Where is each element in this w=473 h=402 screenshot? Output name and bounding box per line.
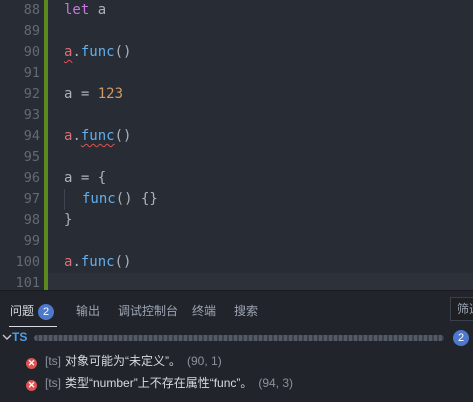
code-text: let a [64, 0, 106, 21]
code-token: a [97, 2, 107, 18]
code-token: () [114, 44, 132, 60]
line-number: 100 [15, 254, 40, 270]
code-token: () [114, 128, 132, 144]
line-number: 89 [23, 23, 40, 39]
code-token: func [80, 254, 115, 270]
line-number: 97 [23, 191, 40, 207]
code-text: } [64, 210, 72, 231]
problem-count-badge: 2 [38, 303, 55, 320]
tab-problems[interactable]: 问题 2 [10, 302, 55, 320]
line-number: 88 [23, 2, 40, 18]
problem-source: [ts] [45, 376, 62, 390]
tab-debug-console[interactable]: 调试控制台 [118, 302, 178, 319]
code-token: 123 [97, 86, 124, 102]
code-line[interactable]: 91 [0, 63, 473, 84]
tab-terminal[interactable]: 终端 [192, 302, 216, 319]
code-token: . [72, 254, 81, 270]
line-number: 93 [23, 107, 40, 123]
line-number: 98 [23, 212, 40, 228]
code-text: a.func() [64, 252, 131, 273]
line-number: 96 [23, 170, 40, 186]
code-line[interactable]: 95 [0, 147, 473, 168]
line-number: 101 [15, 275, 40, 290]
code-token: } [64, 212, 73, 228]
tab-search[interactable]: 搜索 [234, 302, 258, 319]
filter-box [450, 297, 473, 321]
problem-message: 对象可能为“未定义”。 [65, 354, 182, 368]
line-number: 99 [23, 233, 40, 249]
code-line[interactable]: 89 [0, 21, 473, 42]
tab-label: 问题 [10, 304, 35, 318]
file-problem-count-badge: 2 [453, 330, 469, 346]
code-token: . [72, 44, 81, 60]
code-line[interactable]: 88 let a [0, 0, 473, 21]
line-number: 91 [23, 65, 40, 81]
code-line[interactable]: 97 func() {} [0, 189, 473, 210]
code-line[interactable]: 100 a.func() [0, 252, 473, 273]
code-line[interactable]: 94 a.func() [0, 126, 473, 147]
problem-file-group[interactable]: TS 2 [0, 329, 473, 347]
code-token: = [72, 86, 98, 102]
code-token: = { [72, 170, 107, 186]
code-line[interactable]: 93 [0, 105, 473, 126]
active-tab-underline [9, 326, 57, 327]
code-text: func() {} [64, 189, 158, 210]
code-token: func [80, 44, 115, 60]
code-line[interactable]: 96 a = { [0, 168, 473, 189]
line-number: 95 [23, 149, 40, 165]
typescript-file-icon: TS [12, 330, 28, 344]
code-token: () [114, 254, 132, 270]
line-number: 90 [23, 44, 40, 60]
code-token: func [80, 128, 115, 144]
filter-input[interactable] [451, 298, 473, 320]
error-icon: ✕ [26, 358, 37, 369]
line-number: 92 [23, 86, 40, 102]
file-path-redacted [34, 335, 444, 341]
code-line[interactable]: 99 [0, 231, 473, 252]
code-token: func [82, 191, 116, 207]
problem-message: 类型“number”上不存在属性“func”。 [65, 376, 253, 390]
code-line[interactable]: 101 [0, 273, 473, 290]
error-icon: ✕ [26, 380, 37, 391]
chevron-down-icon [2, 334, 12, 340]
code-line[interactable]: 92 a = 123 [0, 84, 473, 105]
problem-item[interactable]: ✕ [ts] 对象可能为“未定义”。 (90, 1) [26, 352, 222, 372]
code-editor[interactable]: 88 let a 89 90 a.func() 91 92 a = 123 93 94 a.func… [0, 0, 473, 290]
problem-location: (94, 3) [258, 376, 294, 390]
code-text: a = { [64, 168, 106, 189]
bottom-panel: 问题2 输出 调试控制台 终端 搜索 TS 2 ✕[ts]对象可能为“未定义”。… [0, 290, 473, 402]
line-number: 94 [23, 128, 40, 144]
code-line[interactable]: 98} [0, 210, 473, 231]
code-token: let [64, 2, 90, 18]
tab-output[interactable]: 输出 [76, 302, 100, 319]
panel-tabs: 问题 2 输出 调试控制台 终端 搜索 [0, 291, 473, 329]
code-text: a = 123 [64, 84, 123, 105]
code-line[interactable]: 90 a.func() [0, 42, 473, 63]
problem-source: [ts] [45, 354, 62, 368]
code-text: a.func() [64, 42, 131, 63]
code-token: . [72, 128, 81, 144]
problem-item[interactable]: ✕ [ts] 类型“number”上不存在属性“func”。 (94, 3) [26, 374, 293, 394]
code-text: a.func() [64, 126, 131, 147]
code-token: () {} [115, 191, 158, 207]
problem-location: (90, 1) [187, 354, 222, 368]
